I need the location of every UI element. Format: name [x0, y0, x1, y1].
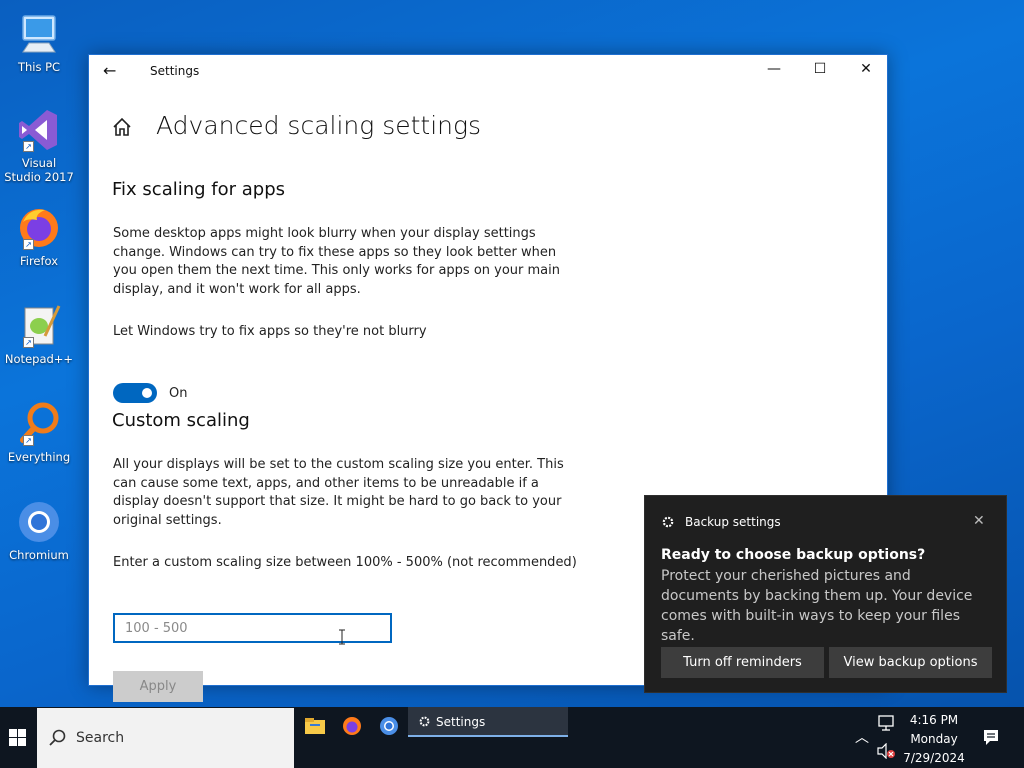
action-center-icon[interactable]: [982, 728, 1000, 746]
backup-notification: Backup settings ✕ Ready to choose backup…: [644, 495, 1007, 693]
gear-icon: [662, 516, 674, 528]
text-cursor-icon: [339, 629, 345, 645]
desktop-icon-firefox[interactable]: ↗ Firefox: [4, 204, 74, 268]
custom-scaling-description: All your displays will be set to the cus…: [113, 457, 564, 528]
volume-muted-icon[interactable]: [877, 743, 895, 759]
turn-off-reminders-button[interactable]: Turn off reminders: [661, 647, 824, 678]
taskbar-search[interactable]: Search: [37, 708, 294, 768]
search-label: Search: [76, 730, 125, 746]
shortcut-arrow-icon: ↗: [23, 337, 34, 348]
notification-body: Protect your cherished pictures and docu…: [661, 568, 973, 644]
page-title: Advanced scaling settings: [156, 111, 482, 140]
fix-apps-toggle[interactable]: [113, 383, 157, 403]
title-bar: ← Settings — ☐ ✕: [89, 55, 887, 87]
clock-day: Monday: [910, 732, 958, 746]
clock-date: 7/29/2024: [903, 751, 965, 765]
notification-heading: Ready to choose backup options?: [661, 547, 926, 563]
toggle-state-text: On: [169, 386, 188, 401]
chromium-icon[interactable]: [377, 714, 401, 738]
desktop-icon-everything[interactable]: ↗ Everything: [4, 400, 74, 464]
chevron-up-icon[interactable]: ︿: [855, 727, 869, 747]
taskbar-app-label: Settings: [436, 715, 486, 729]
file-explorer-icon[interactable]: [303, 714, 327, 738]
custom-scaling-input-label: Enter a custom scaling size between 100%…: [113, 555, 577, 570]
firefox-icon[interactable]: [340, 714, 364, 738]
shortcut-arrow-icon: ↗: [23, 239, 34, 250]
desktop-icon-this-pc[interactable]: This PC: [4, 10, 74, 74]
windows-logo-icon: [9, 729, 26, 746]
window-title: Settings: [150, 64, 200, 78]
notification-app-name: Backup settings: [685, 515, 781, 529]
chromium-icon: [15, 498, 63, 546]
desktop-icon-label: Firefox: [19, 254, 59, 268]
fix-scaling-description: Some desktop apps might look blurry when…: [113, 226, 561, 297]
visual-studio-icon: ↗: [15, 106, 63, 154]
desktop-icon-label: Visual Studio 2017: [4, 156, 74, 184]
start-button[interactable]: [0, 707, 36, 768]
custom-scaling-heading: Custom scaling: [112, 410, 250, 431]
taskbar-settings-app[interactable]: Settings: [408, 707, 568, 737]
gear-icon: [419, 716, 430, 727]
desktop-icon-chromium[interactable]: Chromium: [4, 498, 74, 562]
maximize-button[interactable]: ☐: [797, 61, 843, 77]
firefox-icon: ↗: [15, 204, 63, 252]
back-arrow-icon[interactable]: ←: [103, 61, 116, 80]
notepadpp-icon: ↗: [15, 302, 63, 350]
notification-app-row: Backup settings: [661, 515, 781, 529]
shortcut-arrow-icon: ↗: [23, 435, 34, 446]
dismiss-icon[interactable]: ✕: [973, 513, 985, 529]
fix-scaling-heading: Fix scaling for apps: [112, 179, 286, 200]
toggle-label: Let Windows try to fix apps so they're n…: [113, 324, 427, 339]
desktop-icon-visual-studio[interactable]: ↗ Visual Studio 2017: [4, 106, 74, 184]
toggle-knob: [142, 388, 152, 398]
desktop-icon-notepadpp[interactable]: ↗ Notepad++: [4, 302, 74, 366]
taskbar: Search Settings ︿ 4:16 PM Monday 7/29/20…: [0, 707, 1024, 768]
everything-search-icon: ↗: [15, 400, 63, 448]
desktop-icon-label: Chromium: [9, 548, 69, 562]
minimize-button[interactable]: —: [751, 61, 797, 77]
network-icon[interactable]: [877, 715, 895, 731]
shortcut-arrow-icon: ↗: [23, 141, 34, 152]
custom-scaling-input[interactable]: [113, 613, 392, 643]
clock-time: 4:16 PM: [909, 713, 959, 727]
close-button[interactable]: ✕: [843, 61, 889, 77]
home-icon[interactable]: [111, 116, 133, 138]
search-icon: [49, 729, 66, 746]
clock[interactable]: 4:16 PM Monday 7/29/2024: [900, 711, 968, 768]
desktop-icon-label: Everything: [7, 450, 71, 464]
apply-button[interactable]: Apply: [113, 671, 203, 702]
computer-icon: [15, 10, 63, 58]
view-backup-options-button[interactable]: View backup options: [829, 647, 992, 678]
desktop-icon-label: Notepad++: [4, 352, 74, 366]
desktop-icon-label: This PC: [17, 60, 61, 74]
